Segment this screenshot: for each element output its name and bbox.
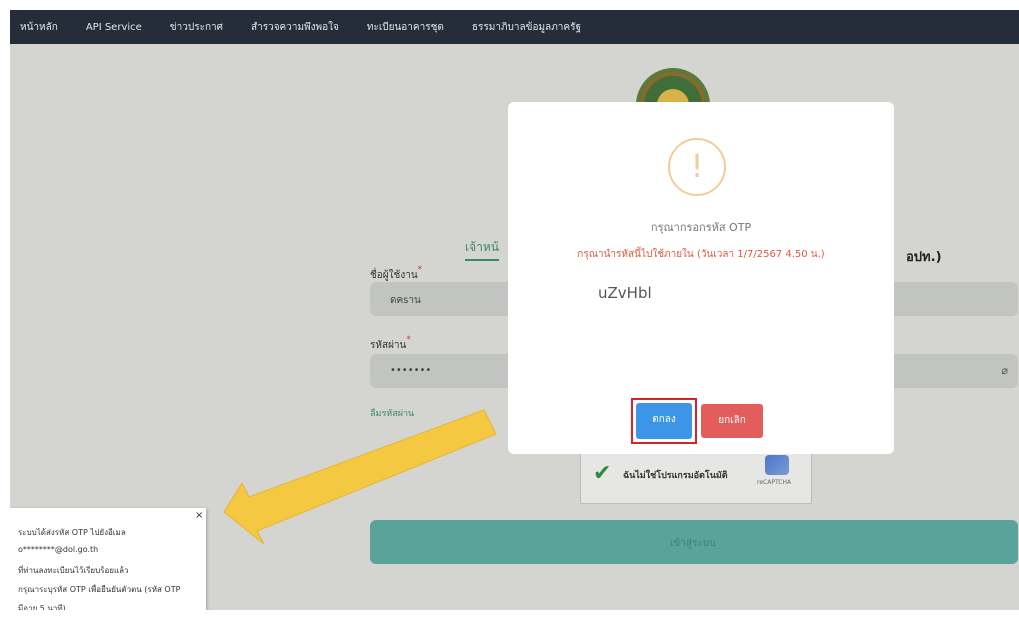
- password-label: รหัสผ่าน*: [370, 335, 411, 353]
- nav-item-home[interactable]: หน้าหลัก: [20, 20, 58, 35]
- otp-sent-notification: × ระบบได้ส่งรหัส OTP ไปยังอีเมล o*******…: [10, 508, 206, 610]
- nav-item-condo-registry[interactable]: ทะเบียนอาคารชุด: [367, 20, 444, 35]
- password-label-text: รหัสผ่าน: [370, 340, 407, 351]
- otp-modal: ! กรุณากรอกรหัส OTP กรุณานำรหัสนี้ไปใช้ภ…: [508, 102, 894, 454]
- checkmark-icon: ✔: [593, 461, 612, 486]
- ok-button[interactable]: ตกลง: [636, 403, 692, 439]
- username-value: ดคsาน: [390, 295, 421, 306]
- otp-modal-title: กรุณากรอกรหัส OTP: [650, 221, 752, 234]
- tab-local-admin-login[interactable]: อปท.): [906, 246, 942, 267]
- warning-icon: !: [668, 138, 726, 196]
- recaptcha-label: ฉันไม่ใช่โปรแกรมอัตโนมัติ: [623, 471, 728, 481]
- username-label: ชื่อผู้ใช้งาน*: [370, 265, 423, 283]
- otp-modal-subtitle: กรุณานำรหัสนี้ไปใช้ภายใน (วันเวลา 1/7/25…: [577, 249, 825, 260]
- recaptcha-box[interactable]: ✔ ฉันไม่ใช่โปรแกรมอัตโนมัติ reCAPTCHA: [580, 448, 812, 504]
- required-marker: *: [417, 265, 423, 275]
- required-marker: *: [406, 335, 411, 345]
- close-icon[interactable]: ×: [195, 510, 203, 521]
- toast-line: ที่ท่านลงทะเบียนไว้เรียบร้อยแล้ว: [18, 566, 129, 575]
- nav-item-api-service[interactable]: API Service: [86, 22, 142, 33]
- toast-line: ระบบได้ส่งรหัส OTP ไปยังอีเมล: [18, 528, 126, 537]
- nav-item-survey[interactable]: สำรวจความพึงพอใจ: [251, 20, 339, 35]
- nav-item-news[interactable]: ข่าวประกาศ: [170, 20, 223, 35]
- eye-slash-icon[interactable]: ⌀: [1001, 364, 1008, 377]
- toast-line: มีอายุ 5 นาที): [18, 604, 66, 610]
- username-label-text: ชื่อผู้ใช้งาน: [370, 270, 418, 281]
- warning-glyph: !: [690, 147, 704, 185]
- toast-line: o********@dol.go.th: [18, 545, 99, 554]
- recaptcha-logo-icon: [765, 455, 789, 475]
- ok-button-highlight: ตกลง: [631, 398, 697, 444]
- otp-code: uZvHbl: [598, 284, 652, 302]
- nav-item-data-governance[interactable]: ธรรมาภิบาลข้อมูลภาครัฐ: [472, 20, 581, 35]
- forgot-password-link[interactable]: ลืมรหัสผ่าน: [370, 406, 414, 420]
- screenshot-scan: หน้าหลัก API Service ข่าวประกาศ สำรวจควา…: [10, 10, 1019, 610]
- top-nav: หน้าหลัก API Service ข่าวประกาศ สำรวจควา…: [10, 10, 1019, 44]
- login-submit-label: เข้าสู่ระบบ: [670, 538, 716, 549]
- password-value: •••••••: [390, 365, 432, 376]
- recaptcha-brand: reCAPTCHA: [757, 479, 792, 486]
- toast-line: กรุณาระบุรหัส OTP เพื่อยืนยันตัวตน (รหัส…: [18, 585, 181, 594]
- tab-officer-login[interactable]: เจ้าหน้: [465, 238, 499, 261]
- cancel-button[interactable]: ยกเลิก: [701, 404, 763, 438]
- login-submit-button[interactable]: เข้าสู่ระบบ: [370, 520, 1018, 564]
